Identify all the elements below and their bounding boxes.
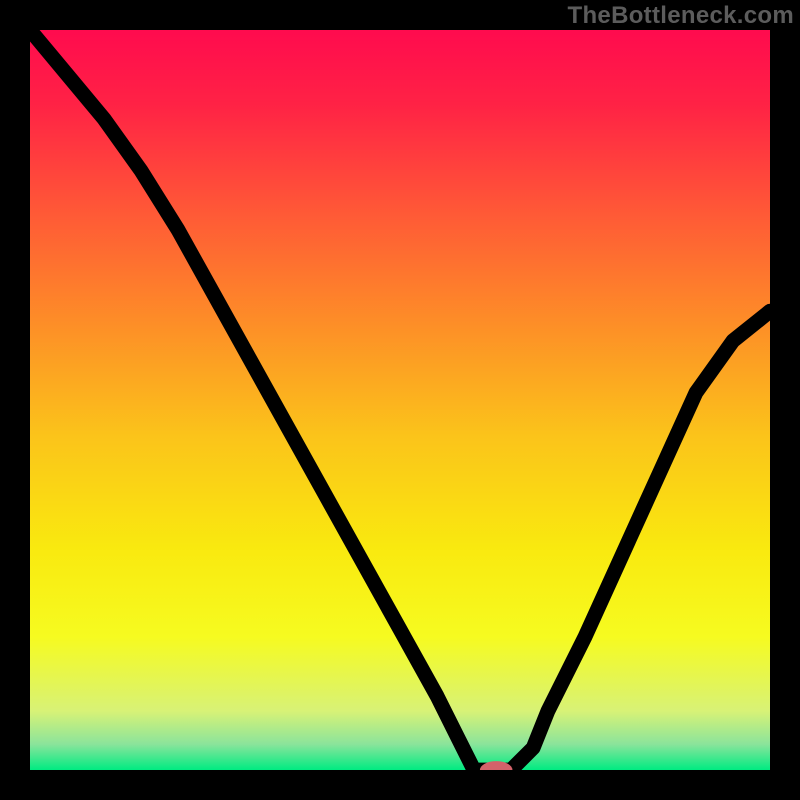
chart-container: TheBottleneck.com — [0, 0, 800, 800]
watermark-text: TheBottleneck.com — [568, 2, 794, 30]
bottleneck-chart — [30, 30, 770, 770]
plot-background — [30, 30, 770, 770]
